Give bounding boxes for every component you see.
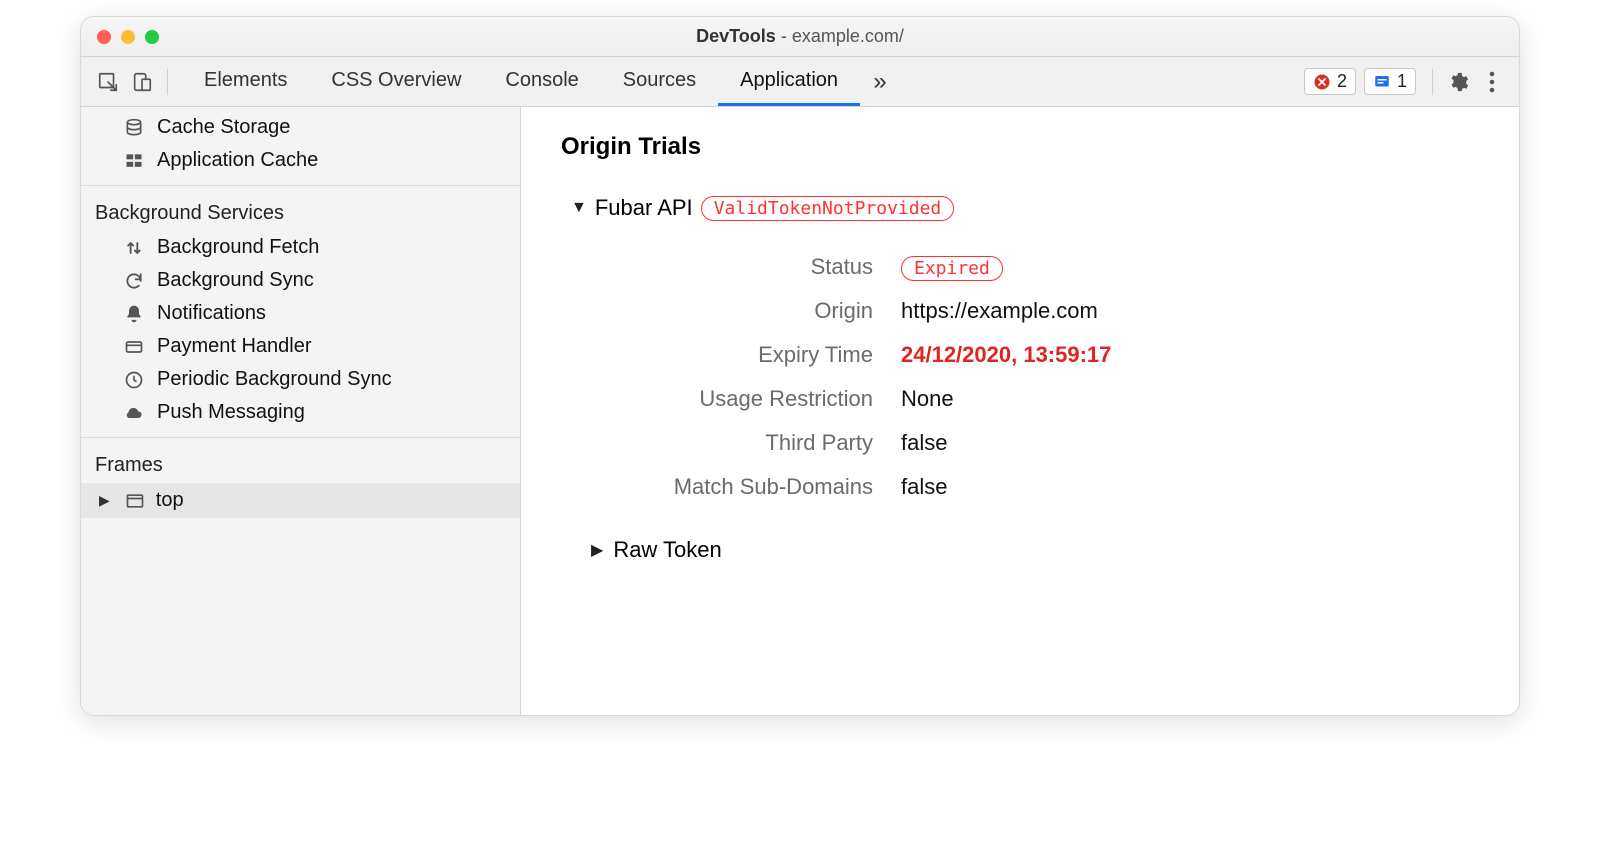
zoom-icon[interactable] (145, 30, 159, 44)
divider (167, 69, 168, 95)
key-label: Expiry Time (601, 342, 901, 368)
issues-chip[interactable]: 1 (1364, 68, 1416, 95)
sidebar-item-background-fetch[interactable]: Background Fetch (81, 231, 520, 264)
clock-icon (123, 369, 145, 391)
raw-token-label: Raw Token (613, 537, 721, 563)
key-label: Match Sub-Domains (601, 474, 901, 500)
grid-icon (123, 150, 145, 172)
frame-label: top (156, 489, 184, 512)
expand-triangle-icon[interactable]: ▶ (591, 540, 603, 560)
errors-chip[interactable]: 2 (1304, 68, 1356, 95)
sidebar-item-periodic-background-sync[interactable]: Periodic Background Sync (81, 363, 520, 396)
titlebar: DevTools - example.com/ (81, 17, 1519, 57)
key-label: Status (601, 254, 901, 280)
value-text: false (901, 474, 947, 500)
key-label: Usage Restriction (601, 386, 901, 412)
trial-status-badge: ValidTokenNotProvided (701, 196, 955, 221)
sidebar-heading: Frames (81, 442, 520, 483)
sidebar-item-push-messaging[interactable]: Push Messaging (81, 396, 520, 429)
sidebar-item-notifications[interactable]: Notifications (81, 297, 520, 330)
issues-count: 1 (1397, 71, 1407, 92)
tab-label: Elements (204, 69, 287, 92)
tab-label: Application (740, 69, 838, 92)
sidebar-item-cache-storage[interactable]: Cache Storage (81, 111, 520, 144)
credit-card-icon (123, 336, 145, 358)
row-usage: Usage Restriction None (601, 377, 1479, 421)
collapse-triangle-icon[interactable]: ▼ (571, 199, 587, 217)
frame-icon (124, 490, 146, 512)
value-text: None (901, 386, 954, 412)
sidebar-item-label: Notifications (157, 302, 266, 325)
panel-tabs: Elements CSS Overview Console Sources Ap… (182, 57, 900, 106)
tab-sources[interactable]: Sources (601, 57, 718, 106)
issue-icon (1373, 73, 1391, 91)
trial-details: Status Expired Origin https://example.co… (601, 245, 1479, 509)
divider (1432, 69, 1433, 95)
trial-name: Fubar API (595, 195, 693, 221)
cloud-icon (123, 402, 145, 424)
origin-trial-row[interactable]: ▼ Fubar API ValidTokenNotProvided (571, 195, 1479, 221)
main-panel: Origin Trials ▼ Fubar API ValidTokenNotP… (521, 107, 1519, 715)
sync-icon (123, 270, 145, 292)
row-origin: Origin https://example.com (601, 289, 1479, 333)
row-expiry: Expiry Time 24/12/2020, 13:59:17 (601, 333, 1479, 377)
value-text: https://example.com (901, 298, 1098, 324)
close-icon[interactable] (97, 30, 111, 44)
sidebar-item-label: Cache Storage (157, 116, 290, 139)
expand-triangle-icon[interactable]: ▶ (99, 492, 110, 509)
more-menu-icon[interactable] (1475, 65, 1509, 99)
tab-elements[interactable]: Elements (182, 57, 309, 106)
sidebar-item-label: Application Cache (157, 149, 318, 172)
application-sidebar: Cache Storage Application Cache Backgrou… (81, 107, 521, 715)
up-down-arrows-icon (123, 237, 145, 259)
value-text: 24/12/2020, 13:59:17 (901, 342, 1111, 368)
window-controls (81, 30, 159, 44)
sidebar-item-payment-handler[interactable]: Payment Handler (81, 330, 520, 363)
settings-gear-icon[interactable] (1441, 65, 1475, 99)
sidebar-heading: Background Services (81, 190, 520, 231)
tabs-overflow-icon[interactable]: » (860, 57, 900, 106)
row-match-subdomains: Match Sub-Domains false (601, 465, 1479, 509)
row-third-party: Third Party false (601, 421, 1479, 465)
row-status: Status Expired (601, 245, 1479, 289)
minimize-icon[interactable] (121, 30, 135, 44)
sidebar-item-background-sync[interactable]: Background Sync (81, 264, 520, 297)
value-text: false (901, 430, 947, 456)
key-label: Origin (601, 298, 901, 324)
sidebar-item-label: Payment Handler (157, 335, 312, 358)
sidebar-item-label: Background Fetch (157, 236, 319, 259)
raw-token-row[interactable]: ▶ Raw Token (591, 537, 1479, 563)
tab-label: CSS Overview (331, 69, 461, 92)
sidebar-item-application-cache[interactable]: Application Cache (81, 144, 520, 177)
errors-count: 2 (1337, 71, 1347, 92)
sidebar-item-label: Periodic Background Sync (157, 368, 392, 391)
devtools-window: DevTools - example.com/ Elements CSS Ove… (80, 16, 1520, 716)
tab-label: Console (505, 69, 578, 92)
bell-icon (123, 303, 145, 325)
inspect-element-icon[interactable] (91, 65, 125, 99)
sidebar-item-label: Background Sync (157, 269, 314, 292)
database-icon (123, 117, 145, 139)
tab-console[interactable]: Console (483, 57, 600, 106)
error-icon (1313, 73, 1331, 91)
sidebar-group-cache: Cache Storage Application Cache (81, 107, 520, 186)
sidebar-item-frame-top[interactable]: ▶ top (81, 483, 520, 518)
tab-application[interactable]: Application (718, 57, 860, 106)
tab-css-overview[interactable]: CSS Overview (309, 57, 483, 106)
device-toggle-icon[interactable] (125, 65, 159, 99)
section-heading: Origin Trials (561, 133, 1479, 161)
tab-label: Sources (623, 69, 696, 92)
status-badge: Expired (901, 256, 1003, 281)
sidebar-group-frames: Frames ▶ top (81, 438, 520, 526)
devtools-toolbar: Elements CSS Overview Console Sources Ap… (81, 57, 1519, 107)
sidebar-item-label: Push Messaging (157, 401, 305, 424)
sidebar-group-background-services: Background Services Background Fetch Bac… (81, 186, 520, 438)
window-title: DevTools - example.com/ (696, 26, 904, 47)
key-label: Third Party (601, 430, 901, 456)
